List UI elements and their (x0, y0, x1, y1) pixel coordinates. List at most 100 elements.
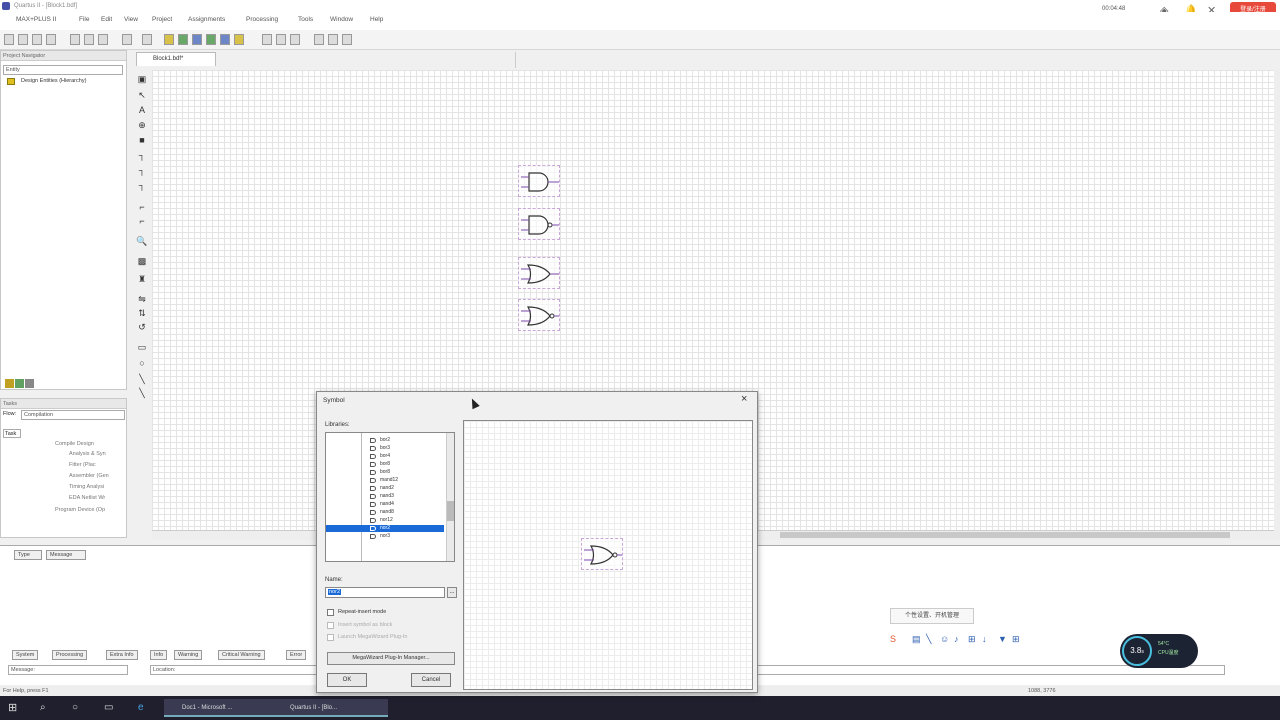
netlist-icon[interactable] (290, 34, 300, 45)
download-icon[interactable]: ↓ (982, 634, 987, 644)
tree-item[interactable]: mand12 (326, 477, 444, 484)
task-view-icon[interactable]: ○ (72, 699, 78, 717)
hierarchy-tab-icon[interactable] (5, 379, 14, 388)
tree-item[interactable]: nor12 (326, 517, 444, 524)
menu-file[interactable]: File (79, 16, 89, 23)
flip-vertical-icon[interactable]: ⇅ (136, 308, 148, 319)
print-icon[interactable] (46, 34, 56, 45)
menu-tools[interactable]: Tools (298, 16, 313, 23)
document-tab[interactable]: Block1.bdf* (136, 52, 216, 66)
tree-item[interactable]: bor8 (326, 469, 444, 476)
fitter-icon[interactable] (192, 34, 202, 45)
menu-processing[interactable]: Processing (246, 16, 278, 23)
task-row[interactable]: Compile Design (5, 441, 94, 450)
task-row[interactable]: Fitter (Plac (5, 462, 96, 471)
tab-processing[interactable]: Processing (52, 650, 88, 660)
libraries-tree[interactable]: bor2 bor3 bor4 bor8 bor8 mand12 nand2 na… (325, 432, 455, 562)
tree-item[interactable]: nor3 (326, 533, 444, 540)
orthogonal-conduit-icon[interactable]: ┐ (136, 180, 148, 191)
and-gate-symbol[interactable] (518, 208, 560, 240)
float-window-icon[interactable]: ▣ (136, 74, 148, 85)
tree-item[interactable]: bor3 (326, 445, 444, 452)
files-tab-icon[interactable] (15, 379, 24, 388)
cancel-button[interactable]: Cancel (411, 673, 451, 687)
tab-critical-warning[interactable]: Critical Warning (218, 650, 265, 660)
task-row[interactable]: Timing Analysi (5, 484, 104, 493)
tech-viewer-icon[interactable] (328, 34, 338, 45)
ime-icon[interactable]: ╲ (926, 634, 931, 645)
task-row[interactable]: Analysis & Syn (5, 451, 106, 460)
pointer-help-icon[interactable] (142, 34, 152, 45)
new-file-icon[interactable] (4, 34, 14, 45)
flow-select[interactable]: Compilation (21, 410, 125, 420)
tab-error[interactable]: Error (286, 650, 307, 660)
assembler-icon[interactable] (206, 34, 216, 45)
state-machine-icon[interactable] (342, 34, 352, 45)
tree-scrollbar[interactable] (446, 433, 454, 561)
rotate-icon[interactable]: ↺ (136, 322, 148, 333)
rtl-viewer-icon[interactable] (314, 34, 324, 45)
repeat-insert-checkbox[interactable]: Repeat-insert mode (327, 608, 447, 617)
flip-horizontal-icon[interactable]: ⇋ (136, 294, 148, 305)
edge-browser-icon[interactable]: e (138, 699, 144, 717)
tab-warning[interactable]: Warning (174, 650, 203, 660)
menu-project[interactable]: Project (152, 16, 172, 23)
orthogonal-node-icon[interactable]: ┐ (136, 150, 148, 161)
undo-icon[interactable] (122, 34, 132, 45)
ime-icon[interactable]: ▼ (998, 634, 1007, 644)
chip-planner-icon[interactable] (276, 34, 286, 45)
rectangle-tool-icon[interactable]: ▭ (136, 342, 148, 353)
simulate-icon[interactable] (234, 34, 244, 45)
tab-info[interactable]: Info (150, 650, 168, 660)
symbol-name-input[interactable]: nor2 (325, 587, 445, 598)
tree-scroll-thumb[interactable] (447, 501, 454, 521)
tree-item[interactable]: nand8 (326, 509, 444, 516)
horizontal-scroll-thumb[interactable] (780, 532, 1230, 538)
microphone-icon[interactable]: ♪ (954, 634, 959, 644)
menu-view[interactable]: View (124, 16, 138, 23)
symbol-tool-icon[interactable]: ⊕ (136, 120, 148, 131)
paste-icon[interactable] (98, 34, 108, 45)
line-tool-icon[interactable]: ╲ (136, 374, 148, 385)
tab-extra-info[interactable]: Extra Info (106, 650, 138, 660)
task-row[interactable]: Program Device (Op (5, 507, 105, 516)
browse-button[interactable]: ... (447, 587, 457, 598)
nor-gate-symbol[interactable] (518, 299, 560, 331)
task-row[interactable]: EDA Netlist Wr (5, 495, 105, 504)
windows-start-icon[interactable]: ⊞ (8, 699, 17, 717)
tree-item[interactable]: nand4 (326, 501, 444, 508)
zoom-tool-icon[interactable]: 🔍 (136, 236, 148, 247)
menu-assignments[interactable]: Assignments (188, 16, 225, 23)
megawizard-button[interactable]: MegaWizard Plug-In Manager... (327, 652, 455, 665)
performance-widget[interactable]: 3.8s 54°C CPU温度 (1120, 634, 1198, 668)
or-gate-symbol[interactable] (518, 257, 560, 289)
tree-item[interactable]: nand2 (326, 485, 444, 492)
menu-window[interactable]: Window (330, 16, 353, 23)
and-gate-symbol[interactable] (518, 165, 560, 197)
cut-icon[interactable] (70, 34, 80, 45)
partial-line-select-icon[interactable]: ⌐ (136, 216, 148, 227)
design-units-tab-icon[interactable] (25, 379, 34, 388)
full-screen-icon[interactable]: ▩ (136, 256, 148, 267)
tree-item[interactable]: bor2 (326, 437, 444, 444)
ime-icon[interactable]: ▤ (912, 634, 921, 645)
taskbar-word-app[interactable]: Doc1 - Microsoft ... (164, 699, 280, 717)
menu-maxplus[interactable]: MAX+PLUS II (16, 16, 56, 23)
entity-tab[interactable]: Entity (3, 65, 123, 75)
menu-edit[interactable]: Edit (101, 16, 112, 23)
grid-icon[interactable]: ⊞ (1012, 634, 1020, 645)
ime-icon[interactable]: ☺ (940, 634, 949, 644)
canvas-vertical-scrollbar[interactable] (1274, 70, 1280, 540)
tree-item[interactable]: nand3 (326, 493, 444, 500)
file-explorer-icon[interactable]: ▭ (104, 699, 113, 717)
open-file-icon[interactable] (18, 34, 28, 45)
programmer-icon[interactable] (262, 34, 272, 45)
orthogonal-bus-icon[interactable]: ┐ (136, 165, 148, 176)
task-row[interactable]: Assembler (Gen (5, 473, 109, 482)
menu-help[interactable]: Help (370, 16, 383, 23)
ok-button[interactable]: OK (327, 673, 367, 687)
tree-item-selected[interactable]: nor2 (326, 525, 444, 532)
save-icon[interactable] (32, 34, 42, 45)
search-icon[interactable]: ⌕ (40, 699, 46, 717)
sogou-logo-icon[interactable]: S (890, 634, 896, 644)
